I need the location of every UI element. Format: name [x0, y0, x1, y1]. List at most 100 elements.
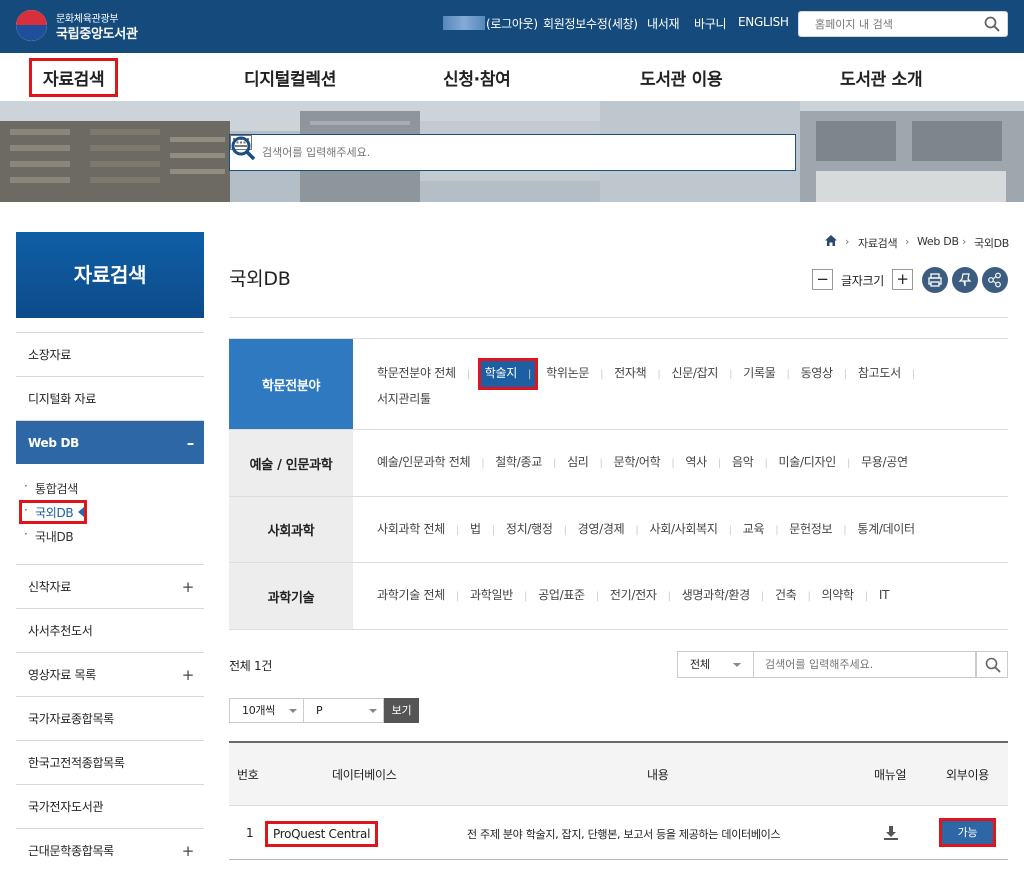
category-link-journals[interactable]: 학술지 — [477, 358, 539, 390]
download-icon[interactable] — [882, 824, 900, 842]
category-link[interactable]: IT — [879, 583, 900, 609]
category-row-social-science: 사회과학 사회과학 전체 법 정치/행정 경영/경제 사회/사회복지 교육 문헌정보 통계/데… — [229, 497, 1008, 563]
category-link[interactable]: 무용/공연 — [861, 450, 919, 476]
database-link[interactable]: ProQuest Central — [265, 821, 379, 847]
category-link[interactable]: 예술/인문과학 전체 — [377, 450, 484, 476]
site-search-input[interactable] — [799, 12, 977, 36]
top-utility-bar: 문화체육관광부 국립중앙도서관 (로그아웃) 회원정보수정(세창) 내서재 바구… — [0, 0, 1024, 53]
lnb-item-digitized[interactable]: 디지털화 자료 — [16, 376, 204, 420]
category-link[interactable]: 학위논문 — [546, 361, 603, 387]
gnb-apply-participate[interactable]: 신청·참여 — [443, 65, 511, 90]
lnb-sub-foreign-db[interactable]: 국외DB — [24, 503, 74, 521]
category-link[interactable]: 교육 — [743, 517, 779, 543]
lnb-title: 자료검색 — [16, 232, 204, 318]
view-button[interactable]: 보기 — [384, 698, 419, 723]
lnb-item-digital-library[interactable]: 국가전자도서관 — [16, 784, 204, 828]
category-link[interactable]: 학문전분야 전체 — [377, 361, 470, 387]
lnb-item-librarian-picks[interactable]: 사서추천도서 — [16, 608, 204, 652]
category-link[interactable]: 서지관리툴 — [377, 387, 442, 413]
category-link[interactable]: 미술/디자인 — [779, 450, 851, 476]
home-icon[interactable] — [824, 234, 838, 247]
category-row-humanities: 예술 / 인문과학 예술/인문과학 전체 철학/종교 심리 문학/어학 역사 음악 미술/디… — [229, 430, 1008, 497]
breadcrumb-separator: › — [962, 235, 967, 248]
category-link[interactable]: 과학기술 전체 — [377, 583, 459, 609]
cart-link[interactable]: 바구니 — [694, 15, 727, 32]
lnb-item-label: 소장자료 — [28, 348, 71, 362]
bookmark-button[interactable] — [952, 267, 978, 293]
gnb-search-resources[interactable]: 자료검색 — [28, 58, 119, 97]
category-link[interactable]: 공업/표준 — [538, 583, 599, 609]
print-button[interactable] — [922, 267, 948, 293]
title-divider — [229, 317, 1008, 318]
category-link[interactable]: 통계/데이터 — [857, 517, 925, 543]
share-button[interactable] — [982, 267, 1008, 293]
main-search-input[interactable] — [230, 135, 700, 170]
gnb-about-library[interactable]: 도서관 소개 — [840, 65, 923, 90]
lnb-item-label: 국가자료종합목록 — [28, 712, 114, 726]
category-link[interactable]: 음악 — [732, 450, 768, 476]
english-link[interactable]: ENGLISH — [738, 15, 789, 29]
lnb-item-holdings[interactable]: 소장자료 — [16, 332, 204, 376]
category-link[interactable]: 정치/행정 — [506, 517, 567, 543]
list-search-button[interactable] — [976, 651, 1008, 678]
lnb-sub-domestic-db[interactable]: 국내DB — [24, 527, 74, 545]
site-logo[interactable]: 문화체육관광부 국립중앙도서관 — [16, 8, 166, 44]
member-info-link[interactable]: 회원정보수정(세창) — [543, 15, 638, 32]
lnb-item-new-arrivals[interactable]: 신착자료 + — [16, 564, 204, 608]
lnb-item-video-list[interactable]: 영상자료 목록 + — [16, 652, 204, 696]
category-link[interactable]: 경영/경제 — [578, 517, 639, 543]
gnb-library-use[interactable]: 도서관 이용 — [640, 65, 723, 90]
expand-icon: + — [181, 666, 195, 684]
breadcrumb-item[interactable]: 자료검색 — [858, 235, 898, 251]
category-link[interactable]: 문학/어학 — [614, 450, 675, 476]
sort-select[interactable]: P — [303, 698, 384, 723]
category-link[interactable]: 신문/잡지 — [671, 361, 732, 387]
gnb-digital-collection[interactable]: 디지털컬렉션 — [244, 65, 336, 90]
category-link[interactable]: 의약학 — [822, 583, 868, 609]
search-field-select[interactable]: 전체 — [677, 651, 754, 678]
main-search-box — [229, 134, 796, 171]
main-navigation: 자료검색 디지털컬렉션 신청·참여 도서관 이용 도서관 소개 — [0, 53, 1024, 101]
category-link[interactable]: 철학/종교 — [495, 450, 556, 476]
column-header-database: 데이터베이스 — [332, 768, 397, 782]
category-head: 사회과학 — [229, 497, 353, 562]
main-search-icon[interactable] — [230, 135, 256, 161]
search-icon[interactable] — [984, 16, 1000, 32]
font-decrease-button[interactable]: − — [812, 269, 833, 290]
logout-link[interactable]: (로그아웃) — [486, 15, 538, 32]
category-link[interactable]: 동영상 — [801, 361, 847, 387]
category-link[interactable]: 법 — [470, 517, 495, 543]
lnb-item-label: 영상자료 목록 — [28, 668, 96, 682]
category-link[interactable]: 기록물 — [743, 361, 789, 387]
result-total: 전체 1건 — [229, 659, 273, 673]
category-link[interactable]: 참고도서 — [858, 361, 915, 387]
lnb-item-modern-literature[interactable]: 근대문학종합목록 + — [16, 828, 204, 872]
category-link[interactable]: 전기/전자 — [610, 583, 671, 609]
lnb-item-classics-catalog[interactable]: 한국고전적종합목록 — [16, 740, 204, 784]
lnb-item-label: 한국고전적종합목록 — [28, 756, 125, 770]
category-link[interactable]: 과학일반 — [470, 583, 527, 609]
lnb-item-label: 신착자료 — [28, 580, 71, 594]
lnb-item-label: 국가전자도서관 — [28, 800, 104, 814]
lnb-item-label: 사서추천도서 — [28, 624, 93, 638]
category-link[interactable]: 전자책 — [614, 361, 660, 387]
external-access-button[interactable]: 가능 — [939, 818, 996, 847]
lnb-sub-integrated-search[interactable]: 통합검색 — [24, 479, 78, 497]
share-icon — [988, 272, 1001, 288]
collapse-icon: – — [186, 434, 195, 452]
my-library-link[interactable]: 내서재 — [647, 15, 680, 32]
category-links: 과학기술 전체 과학일반 공업/표준 전기/전자 생명과학/환경 건축 의약학 IT — [377, 583, 1008, 609]
category-link[interactable]: 생명과학/환경 — [682, 583, 764, 609]
category-link[interactable]: 역사 — [685, 450, 721, 476]
category-link[interactable]: 사회과학 전체 — [377, 517, 459, 543]
lnb-item-national-union-catalog[interactable]: 국가자료종합목록 — [16, 696, 204, 740]
per-page-select[interactable]: 10개씩 — [229, 698, 304, 723]
breadcrumb-item[interactable]: Web DB — [917, 235, 959, 248]
category-link[interactable]: 건축 — [775, 583, 811, 609]
font-increase-button[interactable]: + — [892, 269, 913, 290]
category-link[interactable]: 심리 — [567, 450, 603, 476]
lnb-item-webdb[interactable]: Web DB – — [16, 420, 204, 464]
category-link[interactable]: 문헌정보 — [789, 517, 846, 543]
list-search-input[interactable] — [754, 652, 975, 677]
category-link[interactable]: 사회/사회복지 — [649, 517, 731, 543]
